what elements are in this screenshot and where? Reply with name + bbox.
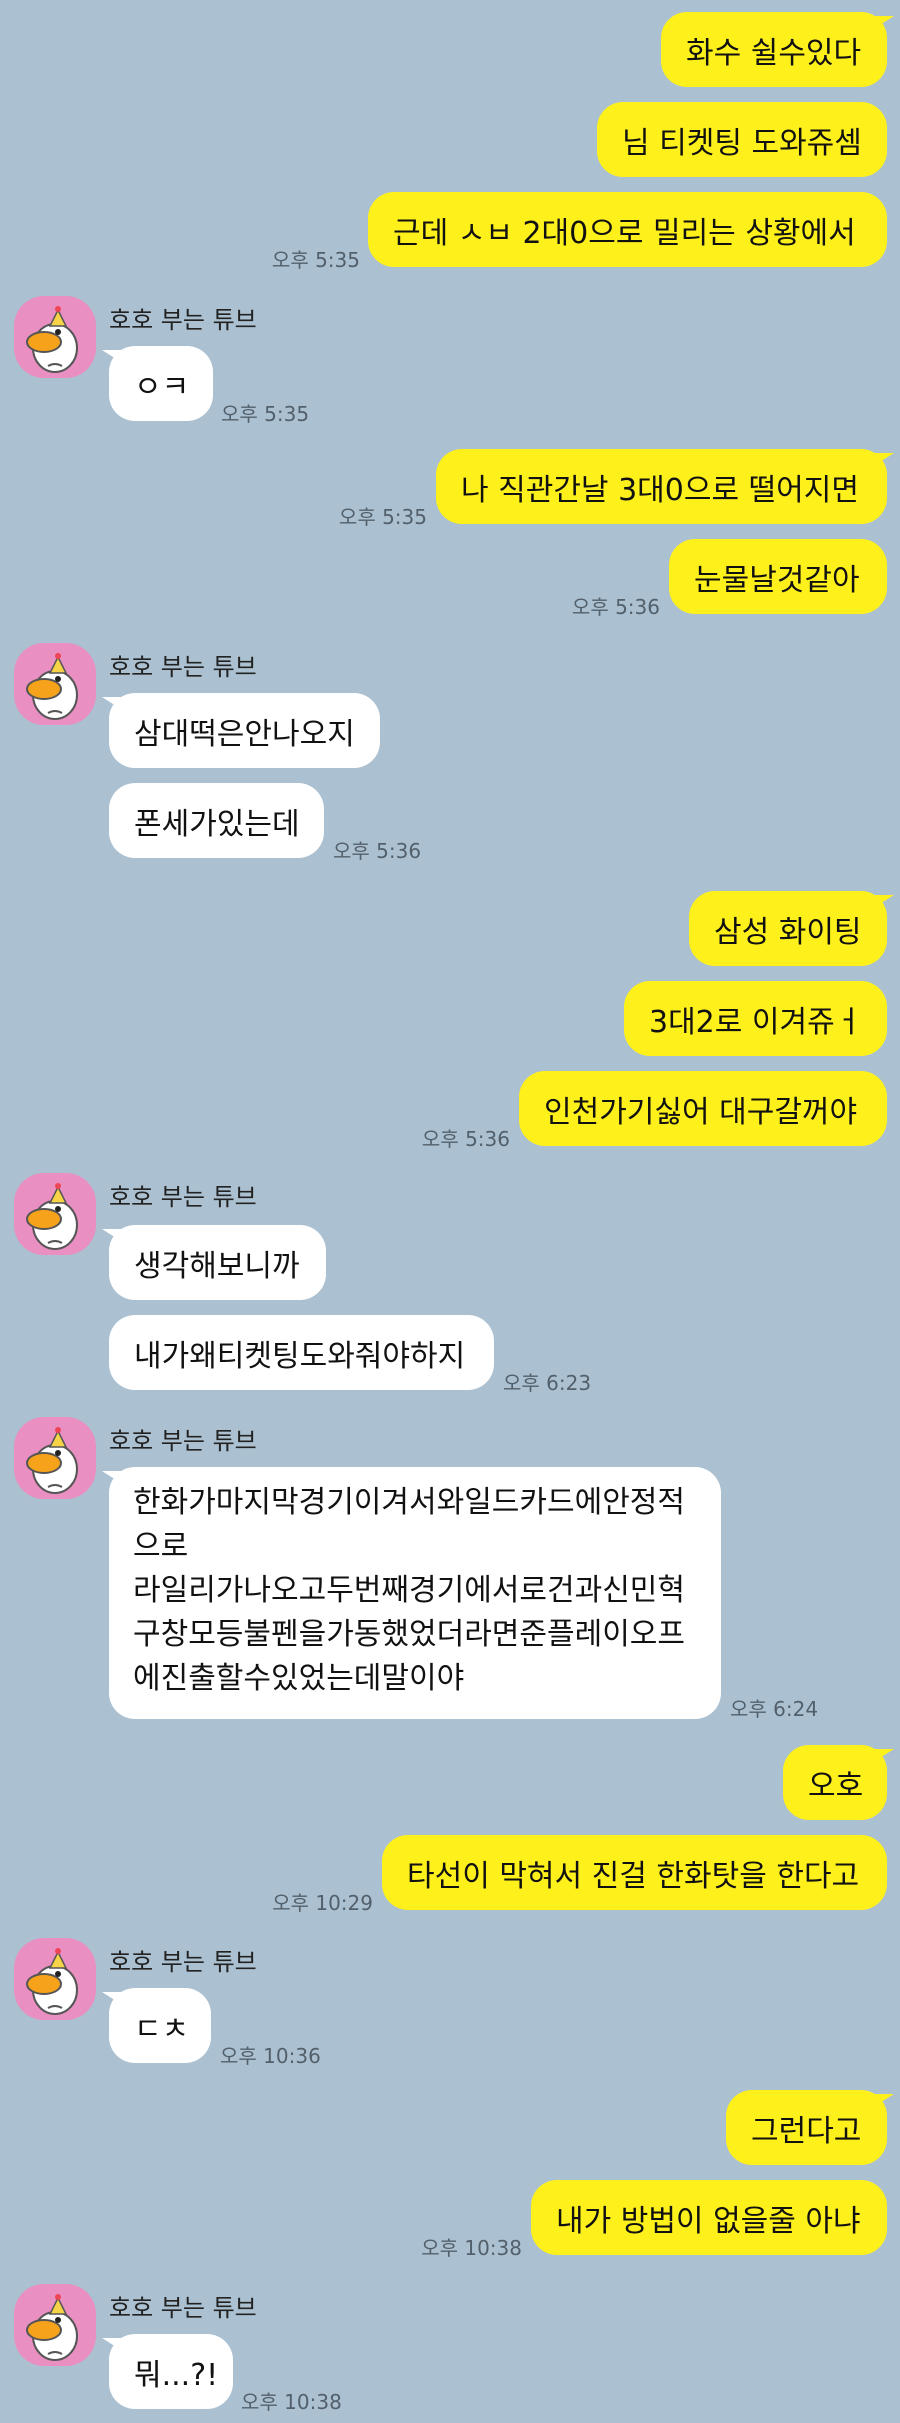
message-text: 내가왜티켓팅도와줘야하지 bbox=[134, 1338, 466, 1374]
their-message[interactable]: 뭐...?! bbox=[102, 2334, 233, 2409]
my-message[interactable]: 3대2로 이겨쥬ㅓ bbox=[624, 981, 887, 1056]
message-line: 에진출할수있었는데말이야 bbox=[133, 1661, 465, 1696]
my-message[interactable]: 눈물날것같아 bbox=[669, 539, 887, 614]
message-text: 타선이 막혀서 진걸 한화탓을 한다고 bbox=[407, 1858, 860, 1894]
their-message[interactable]: 폰세가있는데 bbox=[109, 783, 324, 858]
contact-avatar[interactable] bbox=[14, 1173, 96, 1255]
message-text: 뭐...?! bbox=[134, 2357, 219, 2393]
their-message[interactable]: 내가왜티켓팅도와줘야하지 bbox=[109, 1315, 494, 1390]
message-text: 화수 쉴수있다 bbox=[686, 35, 862, 71]
timestamp: 오후 5:35 bbox=[221, 402, 310, 426]
tube-duck-avatar-icon bbox=[26, 652, 78, 720]
my-message[interactable]: 님 티켓팅 도와쥬셈 bbox=[597, 102, 887, 177]
chat-room: 화수 쉴수있다 님 티켓팅 도와쥬셈 근데 ㅅㅂ 2대0으로 밀리는 상황에서 … bbox=[0, 0, 900, 2423]
tube-duck-avatar-icon bbox=[26, 1426, 78, 1494]
message-text: 인천가기싫어 대구갈꺼야 bbox=[544, 1094, 858, 1130]
timestamp: 오후 10:29 bbox=[272, 1891, 373, 1915]
message-line: 라일리가나오고두번째경기에서로건과신민혁 bbox=[133, 1573, 685, 1608]
my-message[interactable]: 내가 방법이 없을줄 아냐 bbox=[531, 2180, 887, 2255]
message-text: 그런다고 bbox=[751, 2113, 862, 2149]
their-message[interactable]: 생각해보니까 bbox=[102, 1225, 326, 1300]
contact-name: 호호 부는 튜브 bbox=[109, 306, 257, 334]
contact-name: 호호 부는 튜브 bbox=[109, 2294, 257, 2322]
tube-duck-avatar-icon bbox=[26, 1182, 78, 1250]
message-text: 눈물날것같아 bbox=[694, 562, 860, 598]
timestamp: 오후 10:36 bbox=[220, 2044, 321, 2068]
contact-name: 호호 부는 튜브 bbox=[109, 653, 257, 681]
my-message[interactable]: 나 직관간날 3대0으로 떨어지면 bbox=[436, 449, 894, 524]
message-text: ㅇㅋ bbox=[134, 369, 190, 405]
message-text: 근데 ㅅㅂ 2대0으로 밀리는 상황에서 bbox=[393, 215, 856, 251]
contact-avatar[interactable] bbox=[14, 2284, 96, 2366]
their-message[interactable]: ㅇㅋ bbox=[102, 346, 213, 421]
tube-duck-avatar-icon bbox=[26, 305, 78, 373]
timestamp: 오후 5:36 bbox=[421, 1127, 510, 1151]
timestamp: 오후 5:36 bbox=[571, 595, 660, 619]
contact-avatar[interactable] bbox=[14, 296, 96, 378]
message-line: 으로 bbox=[133, 1529, 189, 1564]
my-message[interactable]: 오호 bbox=[783, 1745, 894, 1820]
message-text: 삼성 화이팅 bbox=[714, 914, 862, 950]
timestamp: 오후 5:36 bbox=[333, 839, 422, 863]
contact-avatar[interactable] bbox=[14, 643, 96, 725]
message-text: 생각해보니까 bbox=[134, 1248, 300, 1284]
tube-duck-avatar-icon bbox=[26, 1947, 78, 2015]
my-message[interactable]: 화수 쉴수있다 bbox=[661, 12, 894, 87]
contact-name: 호호 부는 튜브 bbox=[109, 1427, 257, 1455]
their-message[interactable]: ㄷㅊ bbox=[102, 1988, 211, 2063]
their-message[interactable]: 한화가마지막경기이겨서와일드카드에안정적 으로 라일리가나오고두번째경기에서로건… bbox=[102, 1467, 721, 1719]
contact-name: 호호 부는 튜브 bbox=[109, 1948, 257, 1976]
message-text: 삼대떡은안나오지 bbox=[134, 716, 355, 752]
my-message[interactable]: 근데 ㅅㅂ 2대0으로 밀리는 상황에서 bbox=[368, 192, 887, 267]
timestamp: 오후 10:38 bbox=[241, 2390, 342, 2414]
tube-duck-avatar-icon bbox=[26, 2293, 78, 2361]
my-message[interactable]: 타선이 막혀서 진걸 한화탓을 한다고 bbox=[382, 1835, 887, 1910]
message-text: 3대2로 이겨쥬ㅓ bbox=[649, 1004, 863, 1040]
contact-name: 호호 부는 튜브 bbox=[109, 1183, 257, 1211]
timestamp: 오후 6:23 bbox=[503, 1371, 592, 1395]
my-message[interactable]: 그런다고 bbox=[726, 2090, 894, 2165]
message-line: 한화가마지막경기이겨서와일드카드에안정적 bbox=[133, 1485, 685, 1520]
message-text: 오호 bbox=[808, 1768, 864, 1804]
message-text: 내가 방법이 없을줄 아냐 bbox=[556, 2203, 861, 2239]
message-line: 구창모등불펜을가동했었더라면준플레이오프 bbox=[133, 1617, 685, 1652]
my-message[interactable]: 삼성 화이팅 bbox=[689, 891, 894, 966]
message-text: 나 직관간날 3대0으로 떨어지면 bbox=[461, 472, 859, 508]
message-text: 폰세가있는데 bbox=[134, 806, 300, 842]
contact-avatar[interactable] bbox=[14, 1417, 96, 1499]
contact-avatar[interactable] bbox=[14, 1938, 96, 2020]
timestamp: 오후 6:24 bbox=[730, 1697, 819, 1721]
message-text: ㄷㅊ bbox=[134, 2011, 190, 2047]
message-text: 님 티켓팅 도와쥬셈 bbox=[622, 125, 862, 161]
their-message[interactable]: 삼대떡은안나오지 bbox=[102, 693, 380, 768]
timestamp: 오후 5:35 bbox=[338, 505, 427, 529]
timestamp: 오후 10:38 bbox=[421, 2236, 522, 2260]
my-message[interactable]: 인천가기싫어 대구갈꺼야 bbox=[519, 1071, 887, 1146]
timestamp: 오후 5:35 bbox=[271, 248, 360, 272]
